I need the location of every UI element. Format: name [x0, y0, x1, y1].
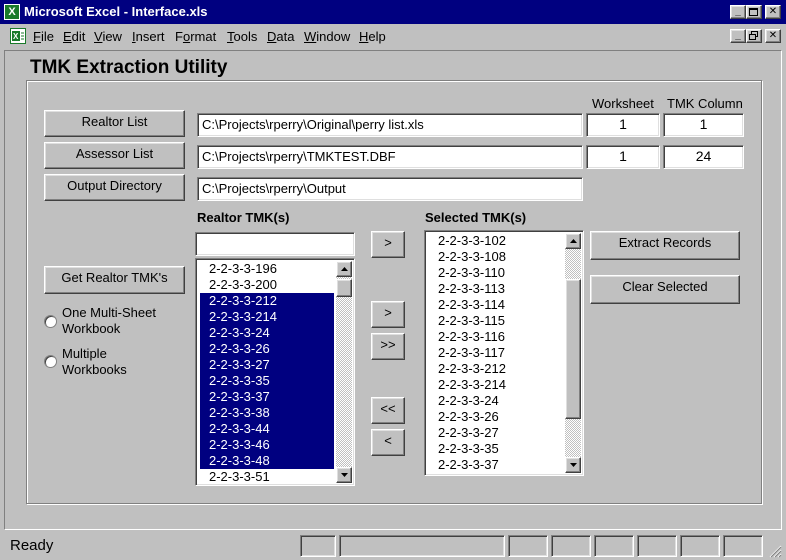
realtor-tmk-item[interactable]: 2-2-3-3-48 [200, 453, 334, 469]
selected-tmk-item[interactable]: 2-2-3-3-26 [429, 409, 563, 425]
realtor-tmk-list[interactable]: 2-2-3-3-196 2-2-3-3-200 2-2-3-3-212 2-2-3-3… [195, 258, 355, 486]
assessor-tmk-column-field[interactable]: 24 [663, 145, 744, 169]
status-pane [339, 535, 505, 557]
doc-close-icon[interactable]: ✕ [765, 29, 781, 43]
realtor-tmk-item[interactable]: 2-2-3-3-27 [200, 357, 334, 373]
menu-data[interactable]: Data [267, 29, 294, 44]
status-pane [637, 535, 677, 557]
svg-text:X: X [13, 32, 19, 41]
doc-minimize-icon[interactable]: _ [730, 29, 746, 43]
status-pane [723, 535, 763, 557]
menu-help[interactable]: Help [359, 29, 386, 44]
realtor-list-scrollbar[interactable] [336, 261, 352, 483]
realtor-scroll-thumb[interactable] [336, 279, 352, 297]
realtor-list-button[interactable]: Realtor List [44, 110, 185, 137]
window-title: Microsoft Excel - Interface.xls [24, 4, 208, 19]
status-pane [680, 535, 720, 557]
one-workbook-radio[interactable] [44, 315, 57, 328]
selected-tmk-item[interactable]: 2-2-3-3-24 [429, 393, 563, 409]
realtor-tmk-item[interactable]: 2-2-3-3-51 [200, 469, 334, 485]
realtor-tmk-item[interactable]: 2-2-3-3-38 [200, 405, 334, 421]
add-all-button[interactable]: >> [371, 333, 405, 360]
selected-tmk-item[interactable]: 2-2-3-3-117 [429, 345, 563, 361]
status-pane [508, 535, 548, 557]
realtor-tmks-label: Realtor TMK(s) [197, 210, 290, 225]
scroll-down-icon[interactable] [336, 467, 352, 483]
scroll-up-icon[interactable] [565, 233, 581, 249]
output-directory-field[interactable]: C:\Projects\rperry\Output [197, 177, 583, 201]
menu-window[interactable]: Window [304, 29, 350, 44]
selected-tmk-item[interactable]: 2-2-3-3-35 [429, 441, 563, 457]
remove-button[interactable]: < [371, 429, 405, 456]
workbook-icon[interactable]: X [10, 28, 26, 44]
menu-insert[interactable]: Insert [132, 29, 165, 44]
selected-list-scrollbar[interactable] [565, 233, 581, 473]
menu-view[interactable]: View [94, 29, 122, 44]
remove-all-button[interactable]: << [371, 397, 405, 424]
status-text: Ready [10, 537, 54, 554]
selected-tmk-item[interactable]: 2-2-3-3-116 [429, 329, 563, 345]
menu-edit[interactable]: Edit [63, 29, 85, 44]
clear-selected-button[interactable]: Clear Selected [590, 275, 740, 304]
one-workbook-label: One Multi-Sheet Workbook [62, 305, 156, 336]
assessor-list-button[interactable]: Assessor List [44, 142, 185, 169]
selected-tmk-item[interactable]: 2-2-3-3-212 [429, 361, 563, 377]
realtor-tmk-item[interactable]: 2-2-3-3-214 [200, 309, 334, 325]
realtor-worksheet-field[interactable]: 1 [586, 113, 660, 137]
selected-tmk-item[interactable]: 2-2-3-3-27 [429, 425, 563, 441]
scroll-up-icon[interactable] [336, 261, 352, 277]
resize-grip-icon[interactable] [768, 544, 782, 558]
status-bar: Ready [0, 532, 786, 560]
selected-tmks-label: Selected TMK(s) [425, 210, 527, 225]
doc-restore-icon[interactable] [746, 29, 762, 43]
add-button[interactable]: > [371, 301, 405, 328]
selected-tmk-item[interactable]: 2-2-3-3-102 [429, 233, 563, 249]
realtor-tmk-item[interactable]: 2-2-3-3-46 [200, 437, 334, 453]
selected-tmk-list[interactable]: 2-2-3-3-102 2-2-3-3-108 2-2-3-3-110 2-2-3-3… [424, 230, 584, 476]
worksheet-header: Worksheet [592, 96, 654, 111]
assessor-worksheet-field[interactable]: 1 [586, 145, 660, 169]
realtor-tmk-column-field[interactable]: 1 [663, 113, 744, 137]
menu-tools[interactable]: Tools [227, 29, 257, 44]
add-filter-button[interactable]: > [371, 231, 405, 258]
selected-tmk-item[interactable]: 2-2-3-3-114 [429, 297, 563, 313]
menu-bar: X File Edit View Insert Format Tools Dat… [0, 24, 786, 48]
realtor-tmk-item[interactable]: 2-2-3-3-24 [200, 325, 334, 341]
selected-tmk-item[interactable]: 2-2-3-3-115 [429, 313, 563, 329]
realtor-list-path-field[interactable]: C:\Projects\rperry\Original\perry list.x… [197, 113, 583, 137]
output-directory-button[interactable]: Output Directory [44, 174, 185, 201]
multiple-workbooks-radio[interactable] [44, 355, 57, 368]
title-bar[interactable]: X Microsoft Excel - Interface.xls _ ✕ [0, 0, 786, 24]
multiple-workbooks-label: Multiple Workbooks [62, 346, 127, 377]
realtor-tmk-item[interactable]: 2-2-3-3-212 [200, 293, 334, 309]
tmk-column-header: TMK Column [667, 96, 743, 111]
menu-file[interactable]: File [33, 29, 54, 44]
status-pane [594, 535, 634, 557]
realtor-tmk-item[interactable]: 2-2-3-3-37 [200, 389, 334, 405]
status-pane [300, 535, 336, 557]
realtor-tmk-item[interactable]: 2-2-3-3-196 [200, 261, 334, 277]
minimize-icon[interactable]: _ [730, 5, 746, 19]
get-realtor-tmks-button[interactable]: Get Realtor TMK's [44, 266, 185, 294]
selected-scroll-thumb[interactable] [565, 279, 581, 419]
excel-icon[interactable]: X [4, 4, 20, 20]
extract-records-button[interactable]: Extract Records [590, 231, 740, 260]
realtor-tmk-item[interactable]: 2-2-3-3-44 [200, 421, 334, 437]
selected-tmk-item[interactable]: 2-2-3-3-108 [429, 249, 563, 265]
selected-tmk-item[interactable]: 2-2-3-3-110 [429, 265, 563, 281]
maximize-icon[interactable] [746, 5, 762, 19]
form-title: TMK Extraction Utility [30, 57, 228, 78]
status-pane [551, 535, 591, 557]
realtor-tmk-filter-input[interactable] [195, 232, 355, 256]
selected-tmk-item[interactable]: 2-2-3-3-113 [429, 281, 563, 297]
menu-format[interactable]: Format [175, 29, 216, 44]
close-icon[interactable]: ✕ [765, 5, 781, 19]
scroll-down-icon[interactable] [565, 457, 581, 473]
selected-tmk-item[interactable]: 2-2-3-3-37 [429, 457, 563, 473]
assessor-list-path-field[interactable]: C:\Projects\rperry\TMKTEST.DBF [197, 145, 583, 169]
selected-tmk-item[interactable]: 2-2-3-3-214 [429, 377, 563, 393]
realtor-tmk-item[interactable]: 2-2-3-3-35 [200, 373, 334, 389]
realtor-tmk-item[interactable]: 2-2-3-3-26 [200, 341, 334, 357]
realtor-tmk-item[interactable]: 2-2-3-3-200 [200, 277, 334, 293]
